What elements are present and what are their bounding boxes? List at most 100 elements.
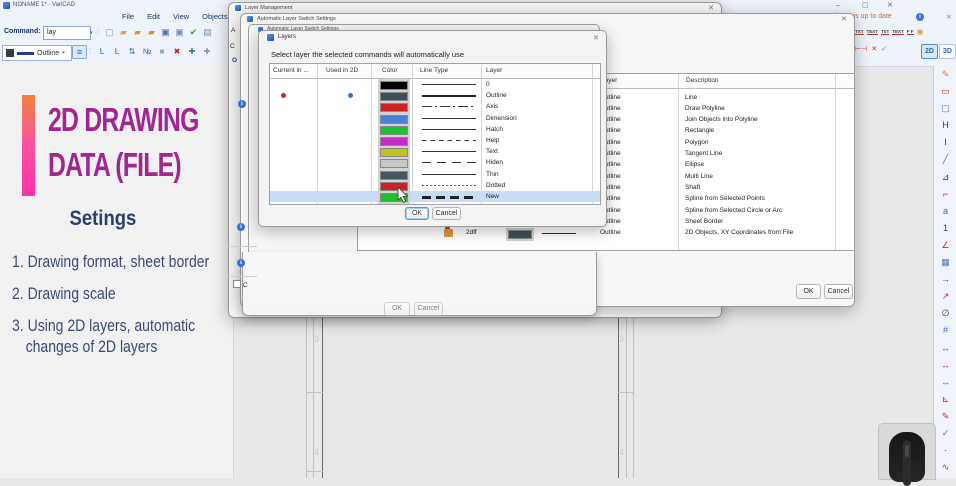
info-icon[interactable]: i [237,223,245,231]
view-3d-button[interactable]: 3D [939,44,956,59]
export-check-icon[interactable]: ✔ [187,26,200,38]
text-edit-icon[interactable]: TEXT [867,29,879,35]
span-dim-icon[interactable]: H [934,117,956,134]
stretch-icon[interactable]: ✚ [200,46,214,58]
layer-row-hiden[interactable]: Hiden [270,157,600,168]
font-icon[interactable]: F F [907,29,914,35]
column-header[interactable]: Line Type [420,67,448,74]
sketch-edit-icon[interactable]: ✎ [934,66,956,83]
menu-item-file[interactable]: File [122,12,134,21]
close-icon[interactable]: ✕ [593,34,599,42]
line-point-icon[interactable]: ╱ [934,151,956,168]
dim-check-icon[interactable]: ✓ [881,45,887,53]
command-input[interactable]: lay [43,26,91,40]
dimension-points-icon[interactable]: ⇅ [125,46,139,58]
color-swatch[interactable] [380,81,408,90]
text-rotate-icon[interactable]: TüT [881,29,889,35]
move-icon[interactable]: ✚ [185,46,199,58]
save-as-icon[interactable]: ▣ [173,26,186,38]
annotate-a-icon[interactable]: a [934,203,956,220]
layers-panel-icon[interactable]: ≡ [72,45,87,59]
update-close-icon[interactable]: ✕ [946,13,951,21]
layer-row-axis[interactable]: Axis [270,101,600,112]
dim-check2-icon[interactable]: ✓ [934,425,956,442]
info-icon[interactable]: i [238,100,246,108]
color-swatch[interactable] [380,126,408,135]
menu-item-edit[interactable]: Edit [147,12,160,21]
layer-list-icon[interactable]: Ŀ [95,46,109,58]
layer-delete-icon[interactable]: Ŀ [110,46,124,58]
color-swatch[interactable] [380,103,408,112]
color-swatch[interactable] [380,159,408,168]
cancel-button[interactable]: Cancel [414,302,443,316]
color-swatch[interactable] [380,115,408,124]
leader-1-icon[interactable]: 1 [934,220,956,237]
text-style-icon[interactable]: TXT [855,29,864,35]
arrow-right-icon[interactable]: → [934,271,956,288]
cancel-button[interactable]: Cancel [824,284,853,299]
color-swatch[interactable] [380,137,408,146]
layer-row-help[interactable]: Help [270,135,600,146]
image-frame-icon[interactable]: ▦ [934,254,956,271]
color-swatch[interactable] [380,171,408,180]
layer-row-hatch[interactable]: Hatch [270,124,600,135]
print-icon[interactable]: ▤ [201,26,214,38]
hatch-tool-icon[interactable]: # [934,322,956,339]
info-icon[interactable]: i [916,13,924,21]
color-swatch[interactable] [380,148,408,157]
diameter-icon[interactable]: ∅ [934,305,956,322]
angle-icon[interactable]: ∠ [934,237,956,254]
layer-style-combo[interactable]: Outline ▾ [2,45,72,61]
alss-command-row[interactable]: 2dffOutline2D Objects, XY Coordinates fr… [358,228,854,239]
maximize-button[interactable]: ▢ [862,1,869,10]
cancel-button[interactable]: Cancel [432,207,461,220]
fill-off-icon[interactable]: ■ [155,46,169,58]
hidden-checkbox-fragment[interactable]: C [233,280,248,289]
rectangle-tool-icon[interactable]: ▭ [934,83,956,100]
save-icon[interactable]: ▣ [159,26,172,38]
layer-row-dotted[interactable]: Dotted [270,180,600,191]
minimize-button[interactable]: – [836,1,840,10]
new-document-icon[interactable]: ▢ [103,26,116,38]
dim-baseline-icon[interactable]: ↔ [934,374,956,391]
layer-row-0[interactable]: 0 [270,79,600,90]
ok-button[interactable]: OK [796,284,821,299]
column-header[interactable]: Current in ... [273,67,309,74]
dim-horizontal-icon[interactable]: ⊢⊣ [855,45,867,53]
layer-row-thin[interactable]: Thin [270,169,600,180]
ok-button[interactable]: OK [384,302,410,316]
point-icon[interactable]: · [934,442,956,459]
recent-files-icon[interactable]: ▰ [131,26,144,38]
layer-row-new[interactable]: New [270,191,600,202]
import-folder-icon[interactable]: ▰ [145,26,158,38]
view-2d-button[interactable]: 2D [921,44,938,59]
layer-row-dimension[interactable]: Dimension [270,113,600,124]
select-region-icon[interactable]: ▢ [934,100,956,117]
column-header[interactable]: Used in 2D [326,67,358,74]
text-width-icon[interactable]: TEXT [892,29,904,35]
measure-arrow-icon[interactable]: ↗ [934,288,956,305]
info-icon[interactable]: i [237,259,245,267]
dim-angular-icon[interactable]: ⊾ [934,391,956,408]
menu-item-objects[interactable]: Objects [202,12,227,21]
dim-linear-red-icon[interactable]: ↔ [934,357,956,374]
dim-edit-icon[interactable]: ✎ [934,408,956,425]
close-icon[interactable]: ✕ [841,15,847,23]
layer-row-text[interactable]: Text [270,146,600,157]
material-icon[interactable]: ◉ [917,27,924,36]
perpendicular-icon[interactable]: ⊿ [934,169,956,186]
color-swatch[interactable] [380,92,408,101]
ok-button[interactable]: OK [405,207,429,220]
spline-icon[interactable]: ∿ [934,459,956,476]
command-dropdown-icon[interactable]: ▾ [90,30,93,36]
offset-icon[interactable]: ⌐ [934,186,956,203]
open-folder-icon[interactable]: ▰ [117,26,130,38]
close-icon[interactable]: ✕ [708,4,714,12]
close-button[interactable]: ✕ [887,1,893,10]
text-cursor-icon[interactable]: I [934,134,956,151]
dim-linear-icon[interactable]: ↔ [934,340,956,357]
snap-settings-icon[interactable]: № [140,46,154,58]
column-header[interactable]: Color [382,67,398,74]
layer-row-outline[interactable]: Outline [270,90,600,101]
column-header[interactable]: Description [686,77,719,84]
